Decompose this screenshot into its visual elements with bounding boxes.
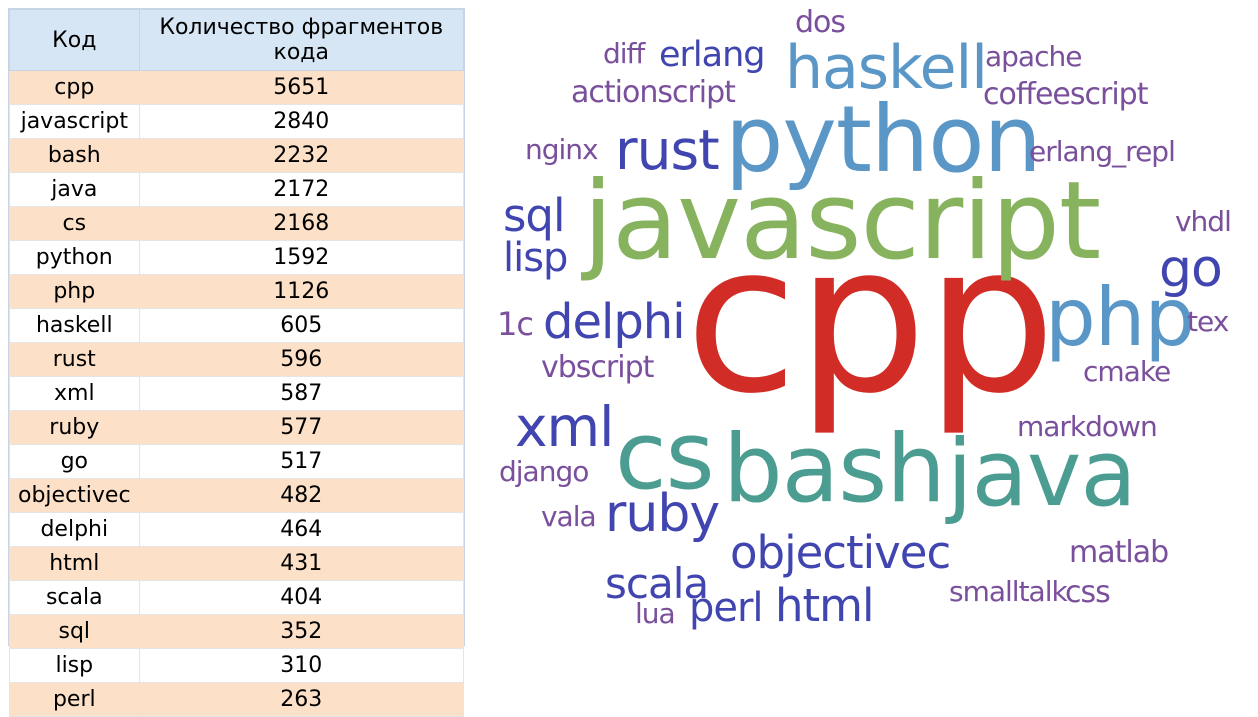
cell-code: delphi	[10, 513, 140, 547]
cell-count: 464	[139, 513, 463, 547]
cloud-word: erlang_repl	[1029, 138, 1175, 166]
table-row: javascript2840	[10, 105, 464, 139]
cell-code: perl	[10, 683, 140, 717]
cloud-word: markdown	[1017, 413, 1157, 441]
cell-count: 1592	[139, 241, 463, 275]
cell-code: cpp	[10, 71, 140, 105]
header-code: Код	[10, 10, 140, 71]
cell-code: objectivec	[10, 479, 140, 513]
cloud-word: dos	[795, 8, 845, 38]
cloud-word: delphi	[543, 298, 685, 346]
cloud-word: diff	[603, 40, 644, 68]
cell-count: 2840	[139, 105, 463, 139]
cell-count: 2168	[139, 207, 463, 241]
cell-count: 352	[139, 615, 463, 649]
cell-code: javascript	[10, 105, 140, 139]
cloud-word: django	[499, 458, 588, 486]
cell-code: java	[10, 173, 140, 207]
cloud-word: vala	[541, 503, 596, 531]
table-row: perl263	[10, 683, 464, 717]
code-frequency-table: Код Количество фрагментов кода cpp5651ja…	[9, 9, 464, 717]
table-row: sql352	[10, 615, 464, 649]
table-row: python1592	[10, 241, 464, 275]
cell-count: 596	[139, 343, 463, 377]
cell-count: 431	[139, 547, 463, 581]
cell-count: 2232	[139, 139, 463, 173]
cloud-word: apache	[985, 43, 1081, 71]
cell-code: go	[10, 445, 140, 479]
cloud-word: actionscript	[571, 78, 735, 108]
cell-code: ruby	[10, 411, 140, 445]
cell-count: 5651	[139, 71, 463, 105]
table-row: delphi464	[10, 513, 464, 547]
table-row: html431	[10, 547, 464, 581]
header-count: Количество фрагментов кода	[139, 10, 463, 71]
cell-code: xml	[10, 377, 140, 411]
cell-count: 263	[139, 683, 463, 717]
cloud-word: objectivec	[730, 530, 950, 575]
table-row: scala404	[10, 581, 464, 615]
cloud-word: vbscript	[541, 353, 653, 383]
cloud-word: rust	[615, 123, 719, 178]
cloud-word: sql	[503, 193, 565, 238]
cloud-word: go	[1159, 243, 1222, 295]
cell-code: sql	[10, 615, 140, 649]
table-row: go517	[10, 445, 464, 479]
cell-code: rust	[10, 343, 140, 377]
cell-code: scala	[10, 581, 140, 615]
cell-count: 2172	[139, 173, 463, 207]
cloud-word: xml	[515, 400, 613, 455]
table-row: bash2232	[10, 139, 464, 173]
cloud-word: 1c	[497, 308, 533, 340]
cell-count: 517	[139, 445, 463, 479]
cloud-word: matlab	[1069, 538, 1168, 568]
cell-code: html	[10, 547, 140, 581]
cloud-word: coffeescript	[983, 80, 1147, 110]
cloud-word: haskell	[785, 38, 987, 98]
table-row: cpp5651	[10, 71, 464, 105]
cell-count: 482	[139, 479, 463, 513]
cell-count: 605	[139, 309, 463, 343]
table-row: xml587	[10, 377, 464, 411]
frequency-table: Код Количество фрагментов кода cpp5651ja…	[8, 8, 465, 646]
table-row: rust596	[10, 343, 464, 377]
cloud-word: cmake	[1083, 358, 1170, 386]
cloud-word: html	[775, 583, 874, 628]
cloud-word: smalltalk	[949, 578, 1067, 606]
word-cloud: cppjavascriptbashjavacspythonphphaskellr…	[495, 8, 1250, 648]
cell-code: haskell	[10, 309, 140, 343]
cloud-word: vhdl	[1175, 208, 1231, 236]
table-row: haskell605	[10, 309, 464, 343]
cloud-word: lisp	[503, 238, 567, 278]
cell-count: 1126	[139, 275, 463, 309]
table-row: objectivec482	[10, 479, 464, 513]
cloud-word: bash	[723, 423, 945, 517]
cell-code: cs	[10, 207, 140, 241]
cell-count: 587	[139, 377, 463, 411]
cloud-word: nginx	[525, 136, 598, 164]
cell-code: bash	[10, 139, 140, 173]
cell-count: 404	[139, 581, 463, 615]
cloud-word: erlang	[659, 38, 765, 73]
cloud-word: ruby	[605, 488, 719, 540]
table-row: php1126	[10, 275, 464, 309]
cloud-word: perl	[689, 588, 763, 628]
table-row: java2172	[10, 173, 464, 207]
cell-count: 577	[139, 411, 463, 445]
cell-code: python	[10, 241, 140, 275]
table-row: ruby577	[10, 411, 464, 445]
cloud-word: css	[1065, 578, 1110, 608]
table-row: cs2168	[10, 207, 464, 241]
cloud-word: tex	[1187, 308, 1228, 336]
cell-code: php	[10, 275, 140, 309]
cloud-word: lua	[635, 600, 675, 628]
